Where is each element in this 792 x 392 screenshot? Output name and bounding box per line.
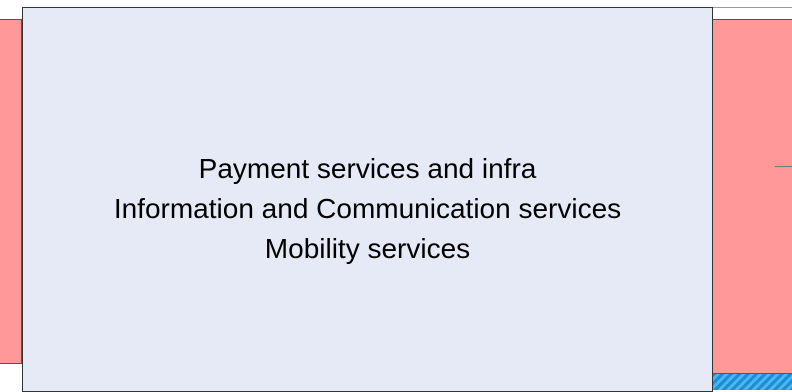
blue-pattern-strip [712,374,792,390]
service-line-payment: Payment services and infra [198,153,537,184]
left-side-panel [0,19,22,364]
service-line-mobility: Mobility services [264,233,471,264]
service-line-information: Information and Communication services [113,193,622,224]
services-box: Payment services and infra Information a… [22,7,713,392]
right-side-panel [712,19,792,374]
services-text: Payment services and infra Information a… [23,149,712,269]
right-mid-divider [775,166,792,167]
right-top-divider [712,7,792,8]
